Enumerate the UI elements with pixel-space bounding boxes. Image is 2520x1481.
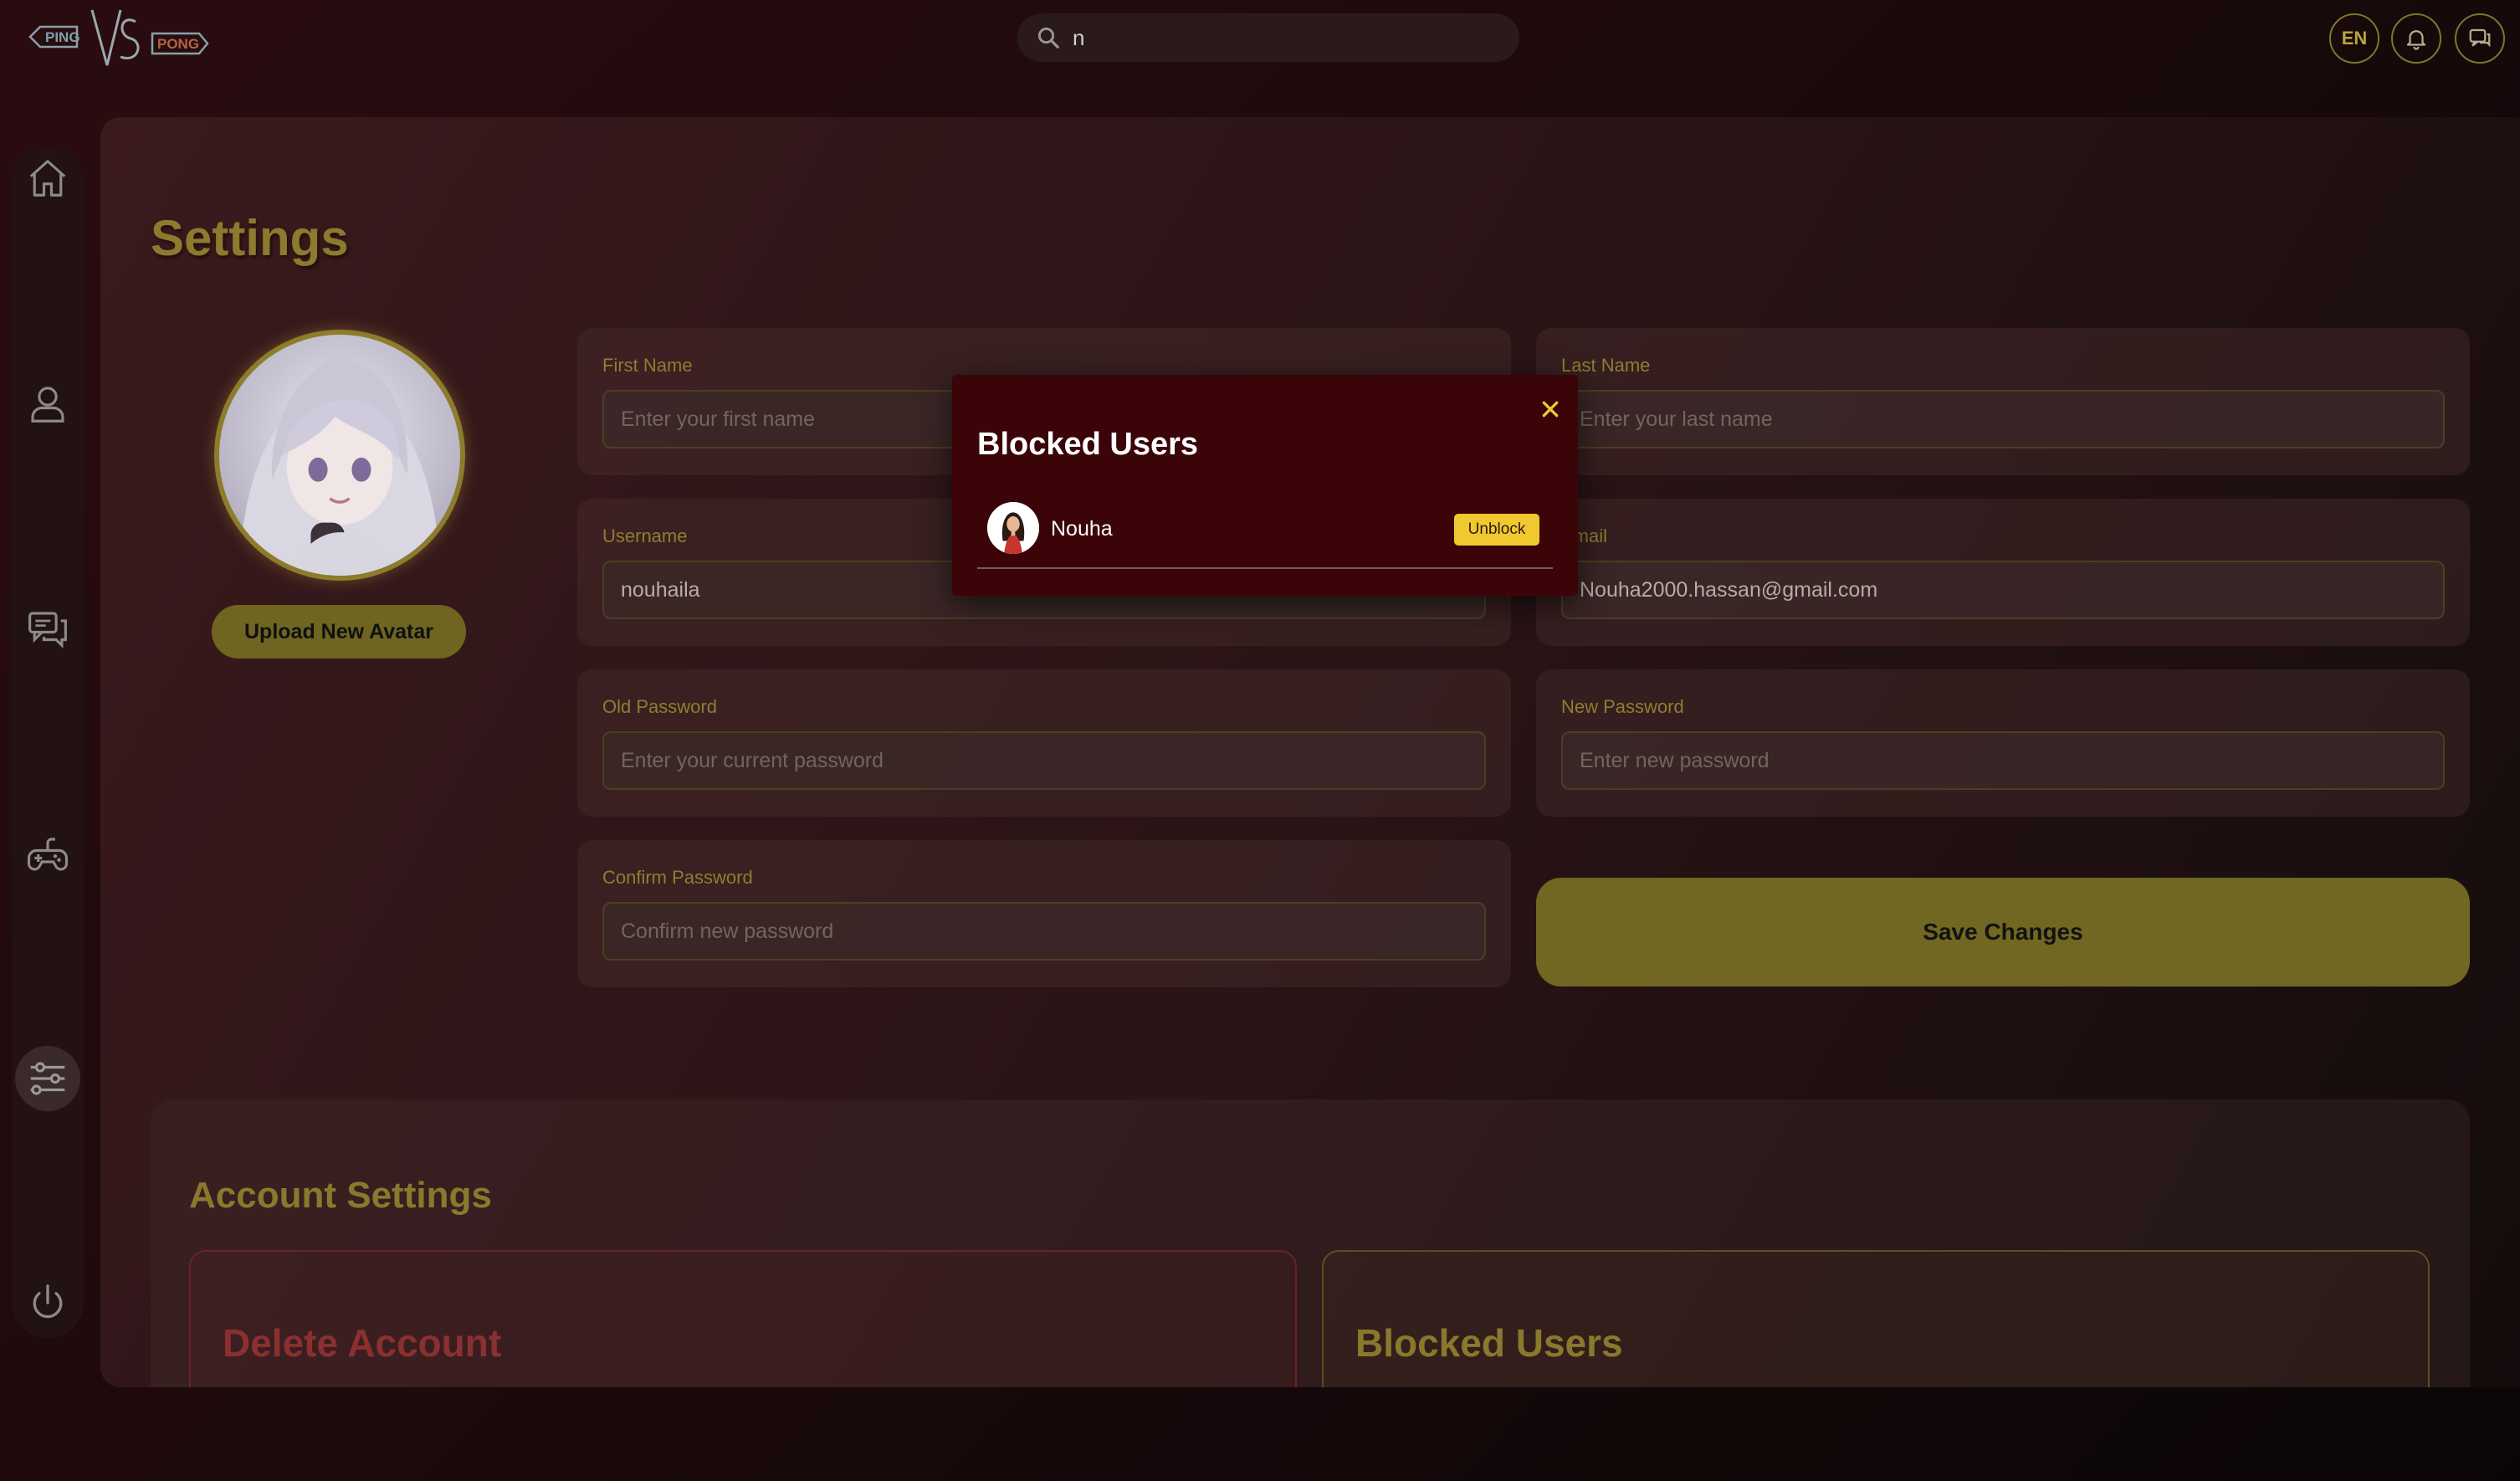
close-button[interactable] (1536, 395, 1565, 423)
search-input[interactable] (1061, 13, 1519, 62)
sidebar-item-chat[interactable] (12, 592, 84, 664)
blocked-user-name: Nouha (1051, 517, 1113, 541)
home-icon (29, 160, 66, 197)
avatar-image (238, 358, 441, 576)
last-name-field[interactable] (1561, 390, 2445, 448)
email-card: Email (1536, 499, 2470, 646)
first-name-label: First Name (602, 355, 693, 376)
last-name-card: Last Name (1536, 328, 2470, 475)
sidebar-item-game[interactable] (12, 818, 84, 890)
sidebar (12, 147, 84, 1339)
sidebar-item-logout[interactable] (12, 1267, 84, 1339)
avatar (214, 330, 465, 581)
bell-icon (2406, 30, 2426, 50)
new-password-card: New Password (1536, 669, 2470, 817)
last-name-label: Last Name (1561, 355, 1651, 376)
email-field[interactable] (1561, 561, 2445, 619)
old-password-field[interactable] (602, 731, 1486, 790)
save-changes-button[interactable]: Save Changes (1536, 878, 2470, 986)
delete-account-card[interactable]: Delete Account (189, 1250, 1297, 1387)
modal-title: Blocked Users (977, 427, 1199, 462)
sidebar-item-profile[interactable] (12, 368, 84, 440)
old-password-card: Old Password (577, 669, 1511, 817)
new-password-label: New Password (1561, 696, 1684, 717)
username-label: Username (602, 525, 688, 546)
sliders-icon (30, 1062, 65, 1095)
power-icon (33, 1284, 63, 1319)
gamepad-icon (27, 838, 69, 871)
language-button[interactable]: EN (2329, 13, 2379, 64)
search-icon (1037, 27, 1059, 49)
confirm-password-card: Confirm Password (577, 840, 1511, 987)
notifications-button[interactable] (2391, 13, 2441, 64)
new-password-field[interactable] (1561, 731, 2445, 790)
avatar (987, 502, 1039, 554)
settings-panel: Settings Upload New Avatar First Name Us… (100, 117, 2520, 1387)
confirm-password-label: Confirm Password (602, 867, 753, 888)
account-settings-section: Account Settings Delete Account Blocked … (151, 1099, 2470, 1387)
user-icon (31, 387, 64, 423)
unblock-button[interactable]: Unblock (1454, 514, 1539, 546)
sidebar-item-settings[interactable] (15, 1046, 80, 1111)
delete-account-title: Delete Account (223, 1321, 502, 1365)
user-avatar-image (987, 502, 1039, 554)
blocked-users-card[interactable]: Blocked Users (1322, 1250, 2430, 1387)
old-password-label: Old Password (602, 696, 717, 717)
messages-button[interactable] (2455, 13, 2505, 64)
blocked-users-title: Blocked Users (1355, 1321, 1623, 1365)
list-item: Nouha Unblock (977, 500, 1553, 569)
sidebar-item-home[interactable] (12, 142, 84, 214)
language-label: EN (2341, 28, 2368, 49)
svg-text:PING: PING (45, 29, 80, 45)
close-icon (1542, 401, 1559, 418)
svg-text:PONG: PONG (157, 36, 199, 52)
confirm-password-field[interactable] (602, 902, 1486, 961)
chat-icon (28, 612, 67, 649)
app-logo[interactable]: PING PONG (27, 7, 211, 75)
search-bar[interactable] (1017, 13, 1519, 62)
blocked-users-modal: Blocked Users Nouha Unblock (952, 375, 1578, 596)
upload-avatar-button[interactable]: Upload New Avatar (212, 605, 466, 659)
chat-icon (2469, 28, 2491, 48)
page-title: Settings (151, 210, 349, 266)
account-settings-title: Account Settings (189, 1175, 492, 1216)
